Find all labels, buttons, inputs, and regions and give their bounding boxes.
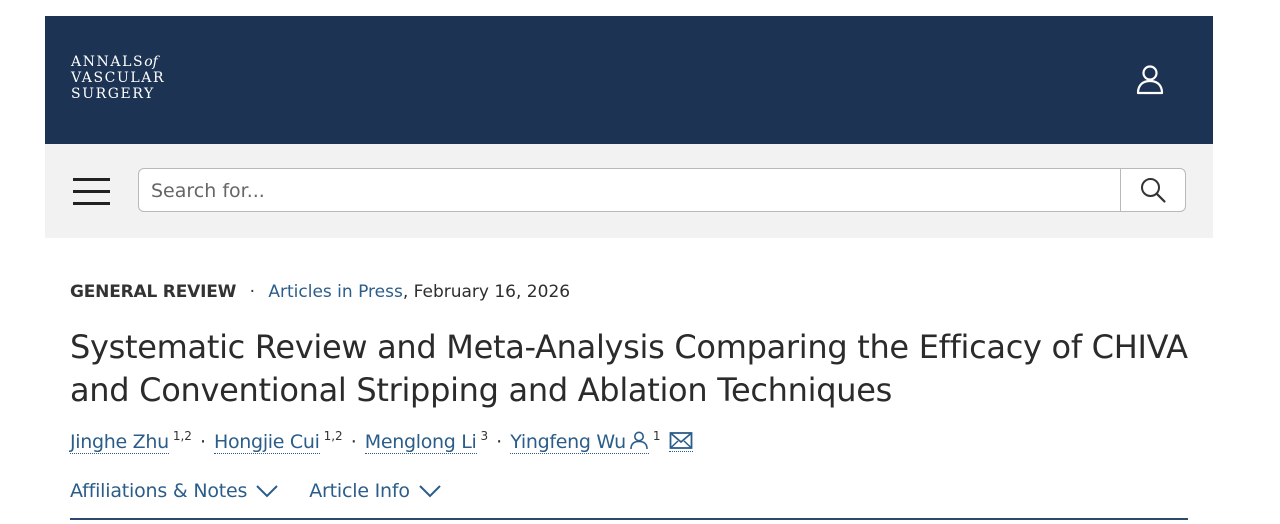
article-title: Systematic Review and Meta-Analysis Comp… <box>70 328 1188 409</box>
article-type: GENERAL REVIEW <box>70 282 237 302</box>
chevron-down-icon <box>419 485 441 498</box>
corresponding-author-link[interactable]: Yingfeng Wu <box>510 428 649 454</box>
site-header: ANNALSof VASCULAR SURGERY <box>45 16 1213 144</box>
envelope-icon <box>669 432 692 449</box>
search-field <box>138 168 1186 213</box>
affiliation-superscript: 3 <box>480 429 489 443</box>
search-button[interactable] <box>1120 169 1185 211</box>
section-divider <box>70 518 1188 520</box>
article-meta: GENERAL REVIEW · Articles in Press, Febr… <box>70 282 570 302</box>
affiliation-superscript: 1 <box>652 429 661 443</box>
author-list: Jinghe Zhu 1,2 · Hongjie Cui 1,2 · Mengl… <box>70 428 693 454</box>
journal-logo[interactable]: ANNALSof VASCULAR SURGERY <box>71 54 165 102</box>
person-icon <box>626 430 649 450</box>
chevron-down-icon <box>256 485 278 498</box>
article-info-toggles: Affiliations & Notes Article Info <box>70 480 442 502</box>
email-link[interactable] <box>668 431 693 452</box>
articles-in-press-link[interactable]: Articles in Press <box>268 282 402 302</box>
affiliation-superscript: 1,2 <box>323 429 343 443</box>
author-separator: · <box>496 431 503 453</box>
author-link[interactable]: Hongjie Cui <box>214 431 320 454</box>
user-account-button[interactable] <box>1133 60 1167 98</box>
search-icon <box>1141 178 1166 203</box>
affiliations-notes-toggle[interactable]: Affiliations & Notes <box>70 480 279 502</box>
author-link[interactable]: Menglong Li <box>364 431 477 454</box>
menu-button[interactable] <box>71 176 111 206</box>
hamburger-menu-icon <box>73 178 110 181</box>
publication-date: , February 16, 2026 <box>402 282 571 302</box>
search-input[interactable] <box>149 169 1113 213</box>
author-link[interactable]: Jinghe Zhu <box>70 431 169 454</box>
meta-separator: · <box>249 282 255 302</box>
article-info-toggle[interactable]: Article Info <box>309 480 442 502</box>
affiliation-superscript: 1,2 <box>172 429 192 443</box>
user-icon <box>1136 65 1164 95</box>
author-separator: · <box>350 431 357 453</box>
author-separator: · <box>199 431 206 453</box>
search-bar <box>45 144 1213 238</box>
